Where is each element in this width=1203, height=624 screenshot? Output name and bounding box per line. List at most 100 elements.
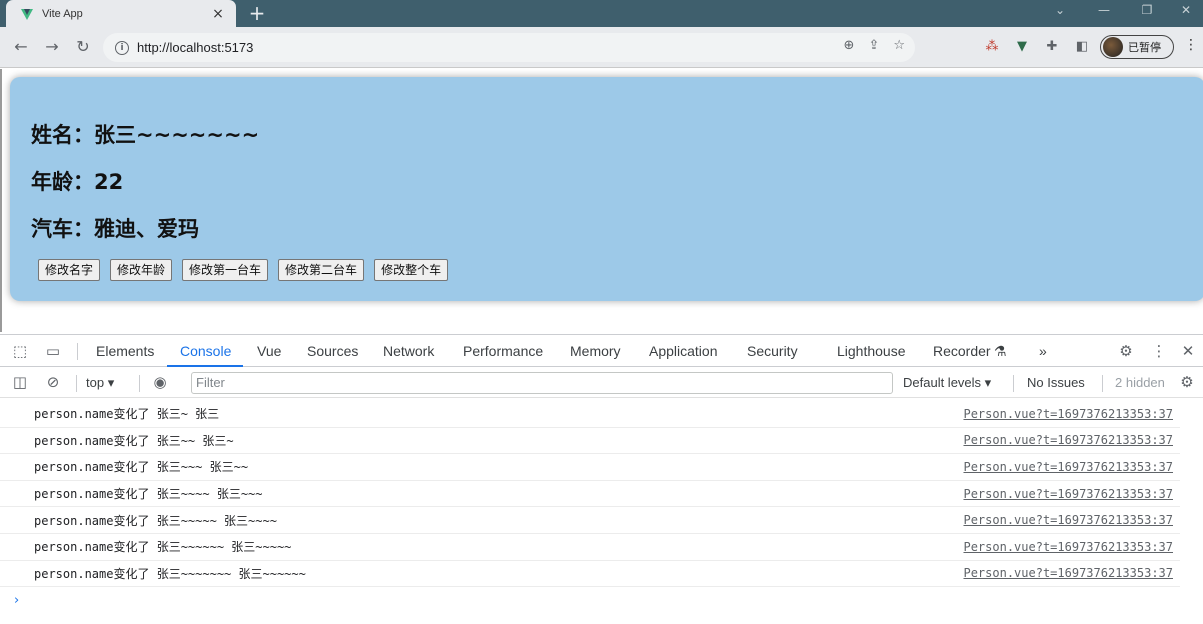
tab-console[interactable]: Console [180,343,231,359]
tab-elements[interactable]: Elements [96,343,154,359]
extensions-puzzle-icon[interactable]: ✚ [1043,39,1061,54]
tab-network[interactable]: Network [383,343,434,359]
devtools-tab-bar: ⬚ ▭ Elements Console Vue Sources Network… [0,335,1203,367]
tab-performance[interactable]: Performance [463,343,543,359]
log-source-link[interactable]: Person.vue?t=1697376213353:37 [963,407,1173,421]
new-tab-button[interactable]: + [246,2,268,24]
person-card: 姓名：张三~~~~~~~ 年龄：22 汽车：雅迪、爱玛 修改名字 修改年龄 修改… [10,77,1203,301]
device-toolbar-icon[interactable]: ▭ [43,342,63,360]
tab-recorder[interactable]: Recorder [933,343,991,359]
tab-application[interactable]: Application [649,343,718,359]
log-message: person.name变化了 张三~~~~ 张三~~~ [34,487,263,502]
url-text[interactable]: http://localhost:5173 [137,40,253,55]
inspect-element-icon[interactable]: ⬚ [10,342,30,360]
tab-strip: Vite App × + ⌄ — ❐ ✕ [0,0,1203,27]
change-all-cars-button[interactable]: 修改整个车 [374,259,449,281]
filter-input[interactable]: Filter [191,372,893,394]
tab-memory[interactable]: Memory [570,343,621,359]
log-levels-label: Default levels [903,375,982,390]
devtools-panel: ⬚ ▭ Elements Console Vue Sources Network… [0,334,1203,624]
forward-icon[interactable]: → [41,36,63,58]
issues-button[interactable]: No Issues [1027,375,1085,390]
more-tabs-icon[interactable]: » [1039,343,1047,359]
log-source-link[interactable]: Person.vue?t=1697376213353:37 [963,487,1173,501]
restore-icon[interactable]: ❐ [1137,3,1157,17]
tab-lighthouse[interactable]: Lighthouse [837,343,906,359]
profile-button[interactable]: 已暂停 [1100,35,1174,59]
chevron-down-icon[interactable]: ⌄ [1050,3,1070,17]
age-value: 22 [94,170,124,194]
tab-vue[interactable]: Vue [257,343,281,359]
change-name-button[interactable]: 修改名字 [38,259,101,281]
log-message: person.name变化了 张三~ 张三 [34,407,220,422]
name-row: 姓名：张三~~~~~~~ [31,119,259,149]
profile-label: 已暂停 [1128,41,1161,54]
more-menu-icon[interactable]: ⋮ [1184,37,1198,53]
devtools-menu-icon[interactable]: ⋮ [1149,342,1169,360]
address-bar[interactable]: i http://localhost:5173 ⊕ ⇪ ☆ [103,33,915,62]
cars-value: 雅迪、爱玛 [94,217,199,241]
close-window-icon[interactable]: ✕ [1176,3,1196,17]
age-label: 年龄： [31,170,94,194]
active-tab-indicator [167,365,243,367]
tab-sources[interactable]: Sources [307,343,358,359]
close-devtools-icon[interactable]: ✕ [1178,342,1198,360]
sidebar-toggle-icon[interactable]: ◫ [10,373,30,391]
info-icon[interactable]: i [115,40,129,55]
log-source-link[interactable]: Person.vue?t=1697376213353:37 [963,540,1173,554]
hidden-count: 2 hidden [1115,375,1165,390]
log-entry: person.name变化了 张三~~~~ 张三~~~ Person.vue?t… [0,481,1180,508]
change-age-button[interactable]: 修改年龄 [110,259,173,281]
bookmark-star-icon[interactable]: ☆ [893,38,905,53]
log-source-link[interactable]: Person.vue?t=1697376213353:37 [963,433,1173,447]
divider [77,343,78,360]
share-icon[interactable]: ⇪ [868,38,879,53]
console-log: person.name变化了 张三~ 张三 Person.vue?t=16973… [0,401,1180,588]
console-filter-bar: ◫ ⊘ top ▾ ◉ Filter Default levels ▾ No I… [0,368,1203,398]
name-value: 张三~~~~~~~ [94,123,260,147]
log-entry: person.name变化了 张三~~~~~~~ 张三~~~~~~ Person… [0,561,1180,588]
name-label: 姓名： [31,123,94,147]
vue-devtools-icon[interactable]: ▼ [1013,39,1031,54]
dropdown-caret-icon: ▾ [107,375,115,390]
browser-toolbar: ← → ↻ i http://localhost:5173 ⊕ ⇪ ☆ ⁂ ▼ … [0,27,1203,68]
zoom-icon[interactable]: ⊕ [844,38,855,53]
extension-icon[interactable]: ⁂ [983,39,1001,54]
log-entry: person.name变化了 张三~ 张三 Person.vue?t=16973… [0,401,1180,428]
change-first-car-button[interactable]: 修改第一台车 [182,259,269,281]
log-levels-dropdown[interactable]: Default levels ▾ [903,375,991,391]
reload-icon[interactable]: ↻ [72,36,94,58]
context-select[interactable]: top ▾ [86,375,114,391]
log-source-link[interactable]: Person.vue?t=1697376213353:37 [963,460,1173,474]
avatar [1103,37,1123,57]
eye-icon[interactable]: ◉ [150,373,170,391]
log-source-link[interactable]: Person.vue?t=1697376213353:37 [963,566,1173,580]
back-icon[interactable]: ← [10,36,32,58]
log-entry: person.name变化了 张三~~~ 张三~~ Person.vue?t=1… [0,454,1180,481]
page-viewport: 姓名：张三~~~~~~~ 年龄：22 汽车：雅迪、爱玛 修改名字 修改年龄 修改… [0,69,1203,332]
close-tab-icon[interactable]: × [210,6,226,22]
console-prompt-icon[interactable]: › [14,593,19,608]
log-entry: person.name变化了 张三~~~~~~ 张三~~~~~ Person.v… [0,534,1180,561]
divider [76,375,77,392]
divider [139,375,140,392]
age-row: 年龄：22 [31,166,123,196]
minimize-icon[interactable]: — [1094,3,1114,17]
divider [1013,375,1014,392]
flask-icon: ⚗ [994,343,1007,359]
log-entry: person.name变化了 张三~~ 张三~ Person.vue?t=169… [0,428,1180,455]
settings-gear-icon[interactable]: ⚙ [1116,342,1136,360]
action-buttons: 修改名字 修改年龄 修改第一台车 修改第二台车 修改整个车 [38,259,449,281]
console-settings-icon[interactable]: ⚙ [1177,373,1197,391]
clear-console-icon[interactable]: ⊘ [43,373,63,391]
log-source-link[interactable]: Person.vue?t=1697376213353:37 [963,513,1173,527]
log-entry: person.name变化了 张三~~~~~ 张三~~~~ Person.vue… [0,507,1180,534]
side-panel-icon[interactable]: ◧ [1073,39,1091,54]
tab-security[interactable]: Security [747,343,798,359]
context-value: top [86,375,105,390]
dropdown-caret-icon: ▾ [984,375,992,390]
log-message: person.name变化了 张三~~~~~ 张三~~~~ [34,513,277,528]
change-second-car-button[interactable]: 修改第二台车 [278,259,365,281]
browser-tab[interactable]: Vite App × [6,0,236,27]
log-message: person.name变化了 张三~~ 张三~ [34,433,234,448]
